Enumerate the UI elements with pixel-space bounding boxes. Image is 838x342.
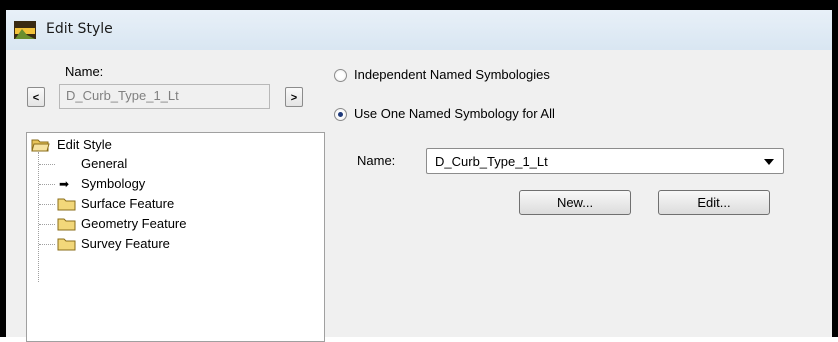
tree-connector <box>39 204 55 205</box>
folder-icon <box>57 238 76 251</box>
folder-icon <box>57 198 76 211</box>
tree-connector <box>39 164 55 165</box>
one-symbology-radio[interactable] <box>334 108 347 121</box>
tree-connector <box>38 152 39 282</box>
tree-connector <box>39 244 55 245</box>
new-button[interactable]: New... <box>519 190 631 215</box>
tree-connector <box>39 224 55 225</box>
edit-button[interactable]: Edit... <box>658 190 770 215</box>
folder-icon <box>57 218 76 231</box>
tree-connector <box>39 184 55 185</box>
window-frame: Edit Style Name: < D_Curb_Type_1_Lt > Ed… <box>0 0 838 342</box>
independent-symbologies-label[interactable]: Independent Named Symbologies <box>354 67 550 82</box>
tree-item-label: Survey Feature <box>81 236 170 251</box>
independent-symbologies-radio[interactable] <box>334 69 347 82</box>
tree-root-label: Edit Style <box>57 137 112 152</box>
tree-item-label: General <box>81 156 128 171</box>
previous-style-button[interactable]: < <box>27 87 45 107</box>
name-label: Name: <box>65 64 104 79</box>
title-bar[interactable]: Edit Style <box>6 10 832 50</box>
tree-item-label: Geometry Feature <box>81 216 187 231</box>
one-symbology-label[interactable]: Use One Named Symbology for All <box>354 106 555 121</box>
chevron-down-icon <box>764 159 774 165</box>
symbology-dropdown[interactable]: D_Curb_Type_1_Lt <box>426 148 784 174</box>
edit-style-dialog: Edit Style Name: < D_Curb_Type_1_Lt > Ed… <box>6 10 832 342</box>
app-icon <box>14 21 36 39</box>
style-tree[interactable]: Edit Style General ➡ Symbology Surface F… <box>26 132 325 342</box>
style-name-field: D_Curb_Type_1_Lt <box>59 84 270 109</box>
tree-item-label: Surface Feature <box>81 196 175 211</box>
next-style-button[interactable]: > <box>285 87 303 107</box>
arrow-right-icon: ➡ <box>59 177 70 191</box>
window-title: Edit Style <box>46 21 113 37</box>
open-folder-icon <box>31 139 50 152</box>
tree-item-label: Symbology <box>81 176 146 191</box>
tree-item-general[interactable]: General <box>81 154 127 174</box>
symbology-dropdown-value: D_Curb_Type_1_Lt <box>435 154 548 169</box>
symbology-name-label: Name: <box>357 153 396 168</box>
